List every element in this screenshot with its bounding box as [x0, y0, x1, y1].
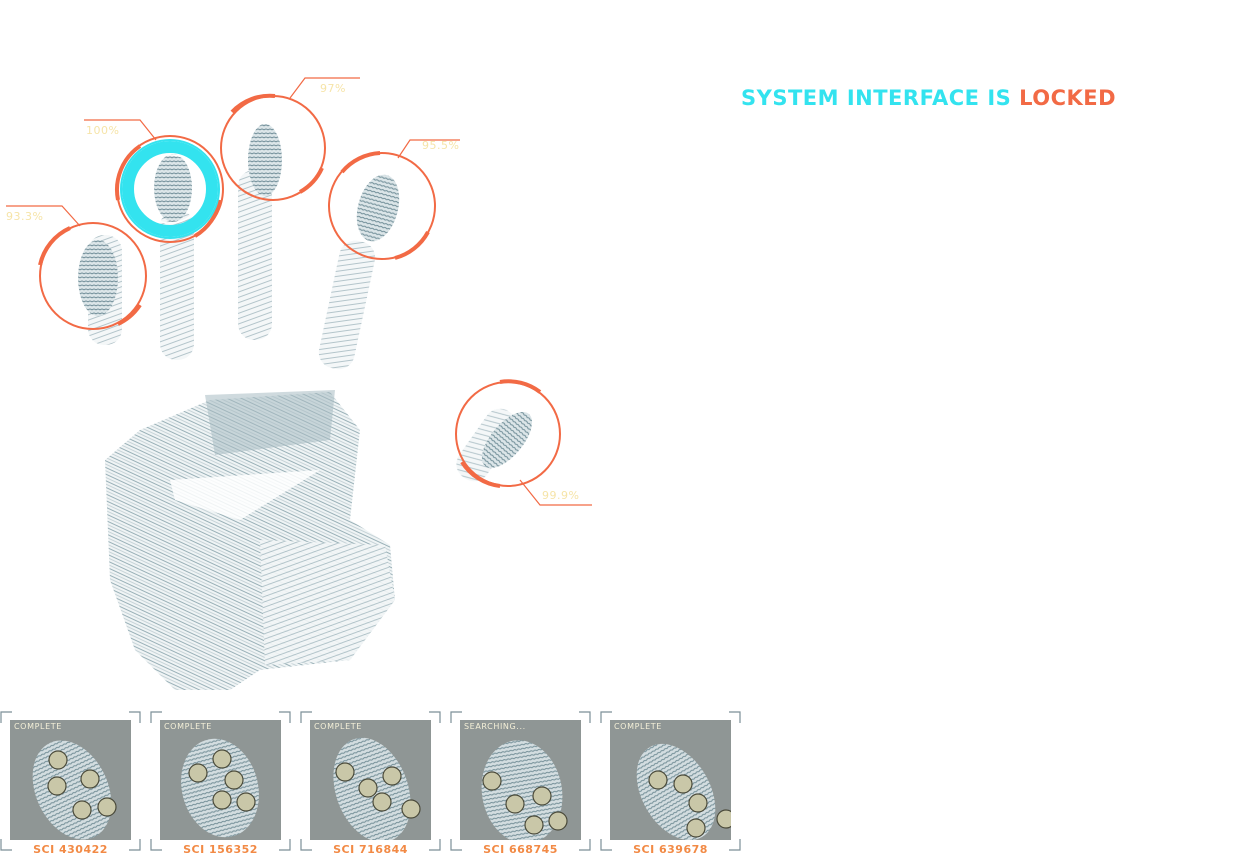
- sample-code: SCI 639678: [633, 843, 708, 856]
- sample-code: SCI 668745: [483, 843, 558, 856]
- sample-code: SCI 156352: [183, 843, 258, 856]
- sample-status: SEARCHING...: [464, 722, 526, 731]
- scan-percent-2: 100%: [86, 124, 120, 137]
- fingerprint-sample-image: [310, 720, 431, 840]
- fingerprint-sample-image: [460, 720, 581, 840]
- scan-percent-1: 93.3%: [6, 210, 44, 223]
- sample-card-3[interactable]: COMPLETE SCI 716844: [300, 711, 441, 856]
- sample-card-5[interactable]: COMPLETE SCI 639678: [600, 711, 741, 856]
- scan-percent-5: 99.9%: [542, 489, 580, 502]
- sample-code: SCI 716844: [333, 843, 408, 856]
- scan-percent-3: 97%: [320, 82, 346, 95]
- sample-code: SCI 430422: [33, 843, 108, 856]
- fingerprint-sample-image: [610, 720, 731, 840]
- title-prefix: SYSTEM INTERFACE IS: [741, 86, 1012, 110]
- sample-card-1[interactable]: COMPLETE SCI 430422: [0, 711, 141, 856]
- title-status: LOCKED: [1019, 86, 1117, 110]
- sample-status: COMPLETE: [14, 722, 62, 731]
- fingerprint-sample-image: [160, 720, 281, 840]
- sample-status: COMPLETE: [614, 722, 662, 731]
- system-lock-title: SYSTEM INTERFACE IS LOCKED: [741, 86, 1116, 110]
- scan-percent-4: 95.5%: [422, 139, 460, 152]
- sample-status: COMPLETE: [314, 722, 362, 731]
- palm-print: [105, 390, 395, 690]
- handprint-scan: [6, 77, 592, 690]
- fingerprint-sample-image: [10, 720, 131, 840]
- sample-card-2[interactable]: COMPLETE SCI 156352: [150, 711, 291, 856]
- sample-card-4[interactable]: SEARCHING... SCI 668745: [450, 711, 591, 856]
- sample-status: COMPLETE: [164, 722, 212, 731]
